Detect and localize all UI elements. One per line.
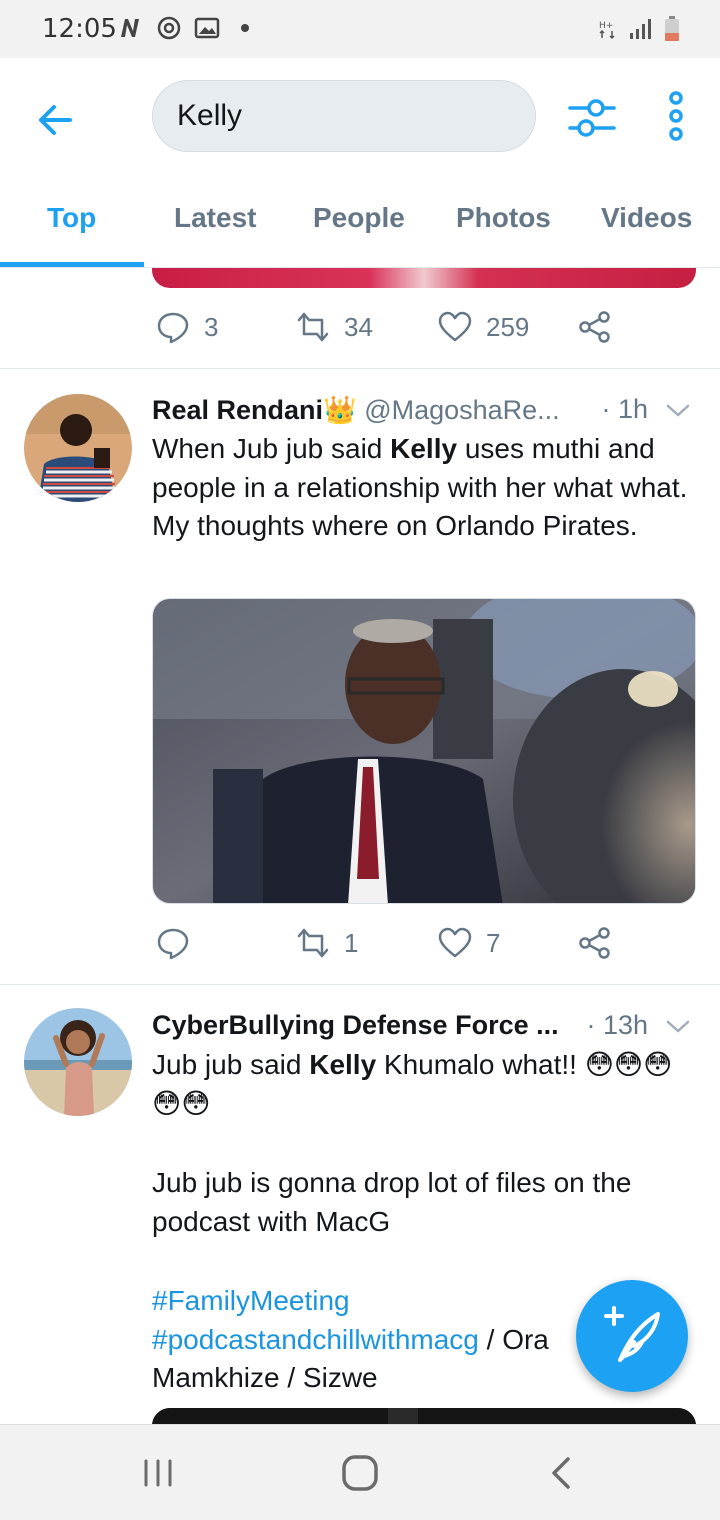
- tweet-actions: 1 7: [152, 926, 632, 970]
- reply-button[interactable]: [156, 926, 204, 960]
- status-time: 12:05: [42, 14, 117, 44]
- tab-top[interactable]: Top: [47, 202, 96, 234]
- avatar-photo: [24, 394, 132, 502]
- search-query: Kelly: [177, 99, 243, 132]
- hplus-icon: H+: [599, 21, 615, 40]
- home-icon[interactable]: [338, 1451, 382, 1495]
- hashtag-link[interactable]: #podcastandchillwithmacg: [152, 1324, 479, 1355]
- more-vertical-icon[interactable]: [656, 88, 696, 144]
- tweet-author-name[interactable]: Real Rendani👑: [152, 395, 357, 425]
- tab-latest[interactable]: Latest: [174, 202, 256, 234]
- reply-button[interactable]: 3: [156, 310, 218, 344]
- active-tab-indicator: [0, 262, 144, 267]
- like-button[interactable]: 259: [438, 310, 529, 344]
- tweet-text: When Jub jub said Kelly uses muthi and p…: [152, 430, 700, 546]
- netflix-n-icon: [121, 19, 139, 37]
- retweet-icon: [297, 928, 329, 958]
- chevron-down-icon[interactable]: [664, 1012, 692, 1040]
- tweet-divider: [0, 984, 720, 985]
- retweet-icon: [297, 312, 329, 342]
- tweet-video-thumbnail[interactable]: [152, 1408, 696, 1424]
- tweet-text-part: Jub jub said: [152, 1049, 310, 1080]
- share-button[interactable]: [578, 310, 612, 344]
- battery-icon: [665, 16, 679, 41]
- tweet-header: CyberBullying Defense Force ... · 13h: [152, 1010, 700, 1046]
- tweet-text-part: / Ora: [478, 1323, 549, 1355]
- back-nav-icon[interactable]: [540, 1451, 584, 1495]
- like-button[interactable]: 7: [438, 926, 500, 960]
- share-button[interactable]: [578, 926, 612, 960]
- tab-people[interactable]: People: [313, 202, 405, 234]
- tweet-text-part: Mamkhize / Sizwe: [152, 1362, 378, 1393]
- chevron-down-icon[interactable]: [664, 396, 692, 424]
- arrow-left-icon[interactable]: [30, 94, 82, 146]
- reply-count: 3: [204, 311, 219, 342]
- video-preview: [152, 1408, 696, 1424]
- retweet-count: 34: [344, 311, 373, 342]
- like-count: 7: [486, 927, 501, 958]
- like-count: 259: [486, 311, 530, 342]
- tweet-photo: [153, 599, 695, 903]
- sliders-icon[interactable]: [566, 92, 618, 144]
- status-bar: 12:05 H+: [0, 0, 720, 58]
- svg-text:H+: H+: [599, 21, 613, 31]
- compose-feather-icon: [604, 1306, 660, 1362]
- tweet-timestamp: · 13h: [586, 1010, 648, 1040]
- tweet-header: Real Rendani👑 @MagoshaRe... · 1h: [152, 394, 700, 430]
- tweet-text: Jub jub said Kelly Khumalo what!! 😳😳😳😳😳: [152, 1046, 700, 1123]
- share-icon: [579, 311, 610, 343]
- status-left-icons: [118, 16, 258, 40]
- avatar[interactable]: [24, 1008, 132, 1116]
- tweet-author-name[interactable]: CyberBullying Defense Force ...: [152, 1010, 559, 1040]
- tweet-text-part: When Jub jub said: [152, 433, 391, 464]
- android-nav-bar: [0, 1424, 720, 1520]
- tweet-actions: 3 34 259: [152, 310, 632, 354]
- reply-icon: [157, 928, 189, 960]
- search-tabs: Top Latest People Photos Videos: [0, 178, 720, 268]
- tweet-media-image[interactable]: [152, 598, 696, 904]
- heart-icon: [438, 927, 472, 958]
- retweet-count: 1: [344, 927, 359, 958]
- tweet-media-image[interactable]: [152, 268, 696, 288]
- tweet-author-handle[interactable]: @MagoshaRe...: [364, 395, 560, 425]
- search-results-feed[interactable]: 3 34 259 Real Rendani👑 @MagoshaRe... · 1…: [0, 268, 720, 1424]
- avatar-photo: [24, 1008, 132, 1116]
- hashtag-link[interactable]: #FamilyMeeting: [152, 1285, 350, 1316]
- dot-icon: [241, 24, 249, 32]
- compose-tweet-button[interactable]: [576, 1280, 688, 1392]
- retweet-button[interactable]: 34: [296, 310, 373, 344]
- sync-icon: [157, 16, 181, 40]
- signal-icon: [630, 19, 651, 39]
- status-right-icons: H+: [598, 16, 680, 42]
- gallery-icon: [194, 17, 220, 39]
- avatar[interactable]: [24, 394, 132, 502]
- tweet-timestamp: · 1h: [601, 394, 648, 424]
- share-icon: [579, 927, 610, 959]
- tweet-divider: [0, 368, 720, 369]
- tweet-text-part: Jub jub is gonna drop lot of files on th…: [152, 1167, 632, 1237]
- search-highlight: Kelly: [390, 433, 458, 464]
- search-header: Kelly: [0, 58, 720, 178]
- tweet-text: Jub jub is gonna drop lot of files on th…: [152, 1164, 700, 1241]
- retweet-button[interactable]: 1: [296, 926, 358, 960]
- recent-apps-icon[interactable]: [136, 1451, 180, 1495]
- tab-videos[interactable]: Videos: [601, 202, 692, 234]
- reply-icon: [157, 312, 189, 344]
- search-highlight: Kelly: [309, 1049, 377, 1080]
- heart-icon: [438, 311, 472, 342]
- tab-photos[interactable]: Photos: [456, 202, 551, 234]
- search-input[interactable]: Kelly: [152, 80, 536, 152]
